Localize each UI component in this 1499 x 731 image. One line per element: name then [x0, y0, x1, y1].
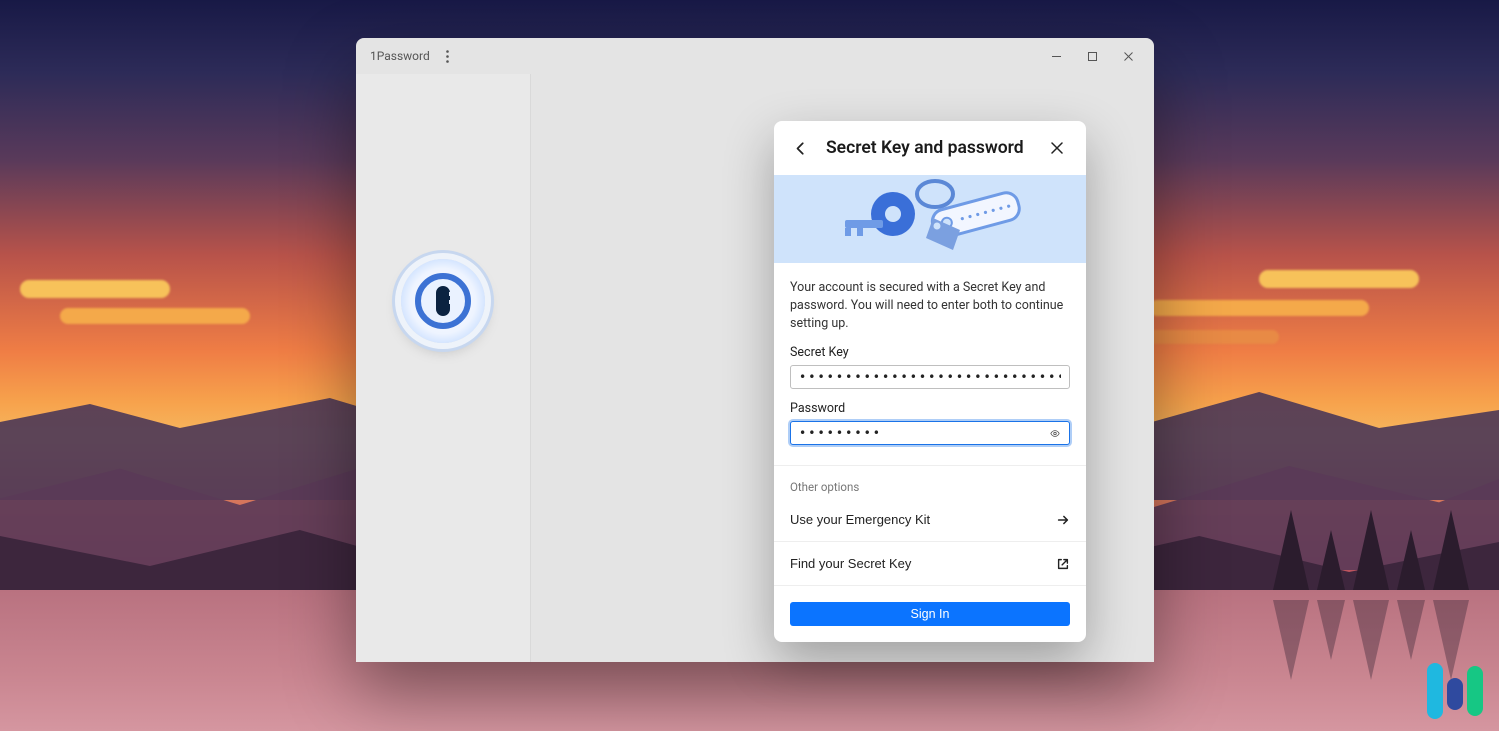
modal-title: Secret Key and password [826, 138, 1032, 158]
desktop-wallpaper: 1Password [0, 0, 1499, 731]
modal-close-button[interactable] [1044, 135, 1070, 161]
option-find-secret-key-label: Find your Secret Key [790, 556, 911, 571]
app-title: 1Password [364, 49, 430, 63]
more-options-button[interactable] [436, 44, 460, 68]
signin-modal: Secret Key and password [774, 121, 1086, 642]
close-icon [1123, 51, 1134, 62]
other-options-label: Other options [774, 466, 1086, 498]
other-options-section: Other options Use your Emergency Kit Fin… [774, 465, 1086, 585]
onepassword-logo [401, 259, 485, 343]
arrow-left-icon [794, 141, 808, 156]
sign-in-button[interactable]: Sign In [790, 602, 1070, 626]
external-link-icon [1056, 557, 1070, 571]
modal-footer: Sign In [774, 585, 1086, 642]
tree-row [1273, 510, 1469, 590]
cloud-decoration [1149, 300, 1369, 316]
modal-illustration [774, 175, 1086, 263]
option-emergency-kit[interactable]: Use your Emergency Kit [774, 498, 1086, 541]
modal-form: Your account is secured with a Secret Ke… [774, 263, 1086, 447]
option-emergency-kit-label: Use your Emergency Kit [790, 512, 930, 527]
brand-logo-bar [1467, 666, 1483, 716]
arrow-right-icon [1056, 513, 1070, 527]
window-minimize-button[interactable] [1038, 42, 1074, 70]
cloud-decoration [60, 308, 250, 324]
modal-description: Your account is secured with a Secret Ke… [790, 279, 1070, 333]
app-window: 1Password [356, 38, 1154, 662]
window-close-button[interactable] [1110, 42, 1146, 70]
cloud-decoration [1139, 330, 1279, 344]
left-pane [356, 74, 531, 662]
option-find-secret-key[interactable]: Find your Secret Key [774, 541, 1086, 585]
kebab-icon [446, 50, 449, 63]
minimize-icon [1051, 51, 1062, 62]
back-button[interactable] [788, 135, 814, 161]
titlebar[interactable]: 1Password [356, 38, 1154, 74]
keys-illustration-icon [815, 176, 1045, 262]
secret-key-label: Secret Key [790, 345, 1070, 360]
right-pane: Secret Key and password [531, 74, 1154, 662]
toggle-password-visibility-button[interactable] [1044, 422, 1066, 444]
cloud-decoration [1259, 270, 1419, 288]
password-input[interactable] [790, 421, 1070, 445]
password-label: Password [790, 401, 1070, 416]
close-icon [1051, 142, 1063, 154]
maximize-icon [1087, 51, 1098, 62]
app-body: Secret Key and password [356, 74, 1154, 662]
eye-icon [1050, 425, 1060, 442]
secret-key-input[interactable] [790, 365, 1070, 389]
brand-logo-bar [1447, 678, 1463, 710]
window-maximize-button[interactable] [1074, 42, 1110, 70]
modal-header: Secret Key and password [774, 121, 1086, 175]
brand-logo [1427, 663, 1483, 719]
cloud-decoration [20, 280, 170, 298]
brand-logo-bar [1427, 663, 1443, 719]
